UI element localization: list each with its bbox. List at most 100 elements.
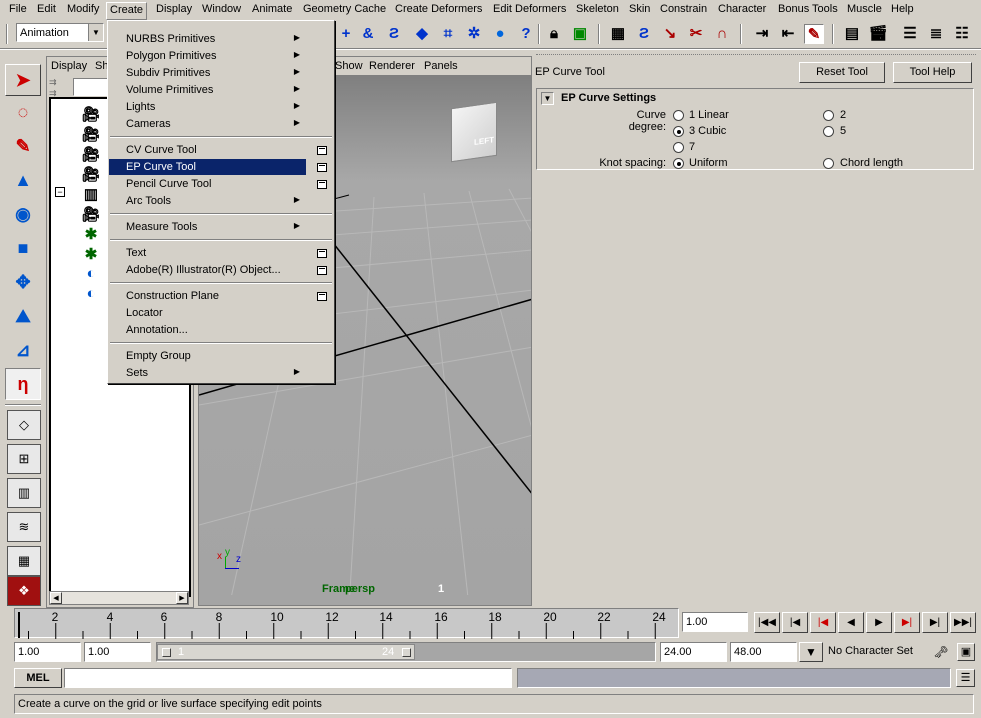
menu-constrain[interactable]: Constrain xyxy=(660,3,707,15)
scroll-left-icon[interactable]: ◀ xyxy=(50,592,62,604)
viewport-menu-show[interactable]: Show xyxy=(335,60,363,72)
menu-item-subdiv-primitives[interactable]: Subdiv Primitives ▶ xyxy=(109,65,306,81)
animation-preferences-icon[interactable]: ▣ xyxy=(957,643,975,661)
help-question-icon[interactable]: ? xyxy=(516,24,536,44)
curve-select-icon[interactable]: Ƨ xyxy=(634,24,654,44)
four-view-layout-icon[interactable]: ⊞ xyxy=(7,444,41,474)
playback-end-field[interactable]: 24.00 xyxy=(660,642,727,662)
move-tool-icon[interactable]: ▲ xyxy=(5,164,41,196)
outliner-menu-display[interactable]: Display xyxy=(51,60,87,72)
menu-item-pencil-curve-tool[interactable]: Pencil Curve Tool xyxy=(109,176,306,192)
paint-select-tool-icon[interactable]: ✎ xyxy=(5,130,41,162)
output-ops-icon[interactable]: ⇤ xyxy=(778,24,798,44)
current-time-marker[interactable] xyxy=(18,612,20,638)
snap-grid-icon[interactable]: + xyxy=(336,24,356,44)
menu-item-illustrator-object[interactable]: Adobe(R) Illustrator(R) Object... xyxy=(109,262,306,278)
step-forward-frame-icon[interactable]: ▶| xyxy=(922,612,948,633)
lock-icon[interactable]: 🔒︎ xyxy=(544,24,564,44)
menu-item-cv-curve-tool[interactable]: CV Curve Tool xyxy=(109,142,306,158)
step-forward-key-icon[interactable]: ▶| xyxy=(894,612,920,633)
input-ops-icon[interactable]: ⇥ xyxy=(752,24,772,44)
attribute-editor-icon[interactable]: ≣ xyxy=(926,24,946,44)
degree-1-linear-radio[interactable] xyxy=(673,110,684,121)
go-to-end-icon[interactable]: ▶▶| xyxy=(950,612,976,633)
menu-character[interactable]: Character xyxy=(718,3,766,15)
menu-item-text[interactable]: Text xyxy=(109,245,306,261)
tool-settings-icon[interactable]: ☷ xyxy=(952,24,972,44)
menu-item-annotation[interactable]: Annotation... xyxy=(109,322,306,338)
snap-point-icon[interactable]: Ƨ xyxy=(384,24,404,44)
chevron-down-icon[interactable]: ▼ xyxy=(88,24,103,41)
group-icon[interactable]: ▥ xyxy=(81,185,101,203)
menu-item-lights[interactable]: Lights ▶ xyxy=(109,99,306,115)
rotate-tool-icon[interactable]: ◉ xyxy=(5,198,41,230)
tool-help-button[interactable]: Tool Help xyxy=(893,62,972,83)
option-box-icon[interactable] xyxy=(317,146,327,155)
option-box-icon[interactable] xyxy=(317,163,327,172)
menu-muscle[interactable]: Muscle xyxy=(847,3,882,15)
degree-7-radio[interactable] xyxy=(673,142,684,153)
menu-help[interactable]: Help xyxy=(891,3,914,15)
select-mode-icon[interactable]: ▣ xyxy=(570,24,590,44)
go-to-start-icon[interactable]: |◀◀ xyxy=(754,612,780,633)
outliner-horizontal-scrollbar[interactable]: ◀ ▶ xyxy=(49,591,189,605)
menu-geometry-cache[interactable]: Geometry Cache xyxy=(303,3,386,15)
camera-icon[interactable]: 🎥︎ xyxy=(81,105,101,123)
collapse-section-icon[interactable]: ▼ xyxy=(541,92,554,105)
menu-item-polygon-primitives[interactable]: Polygon Primitives ▶ xyxy=(109,48,306,64)
single-perspective-layout-icon[interactable]: ◇ xyxy=(7,410,41,440)
viewport-menu-renderer[interactable]: Renderer xyxy=(369,60,415,72)
graph-persp-layout-icon[interactable]: ≋ xyxy=(7,512,41,542)
collapse-icon[interactable]: − xyxy=(55,187,65,197)
play-forwards-icon[interactable]: ▶ xyxy=(866,612,892,633)
range-end-handle-icon[interactable] xyxy=(402,648,411,657)
camera-icon[interactable]: 🎥︎ xyxy=(81,145,101,163)
snap-curve-icon[interactable]: & xyxy=(358,24,378,44)
menu-modify[interactable]: Modify xyxy=(67,3,99,15)
channel-box-icon[interactable]: ☰ xyxy=(900,24,920,44)
set-icon[interactable]: ◐ xyxy=(81,265,101,283)
hypershade-layout-icon[interactable]: ▦ xyxy=(7,546,41,576)
menu-item-measure-tools[interactable]: Measure Tools ▶ xyxy=(109,219,306,235)
option-box-icon[interactable] xyxy=(317,180,327,189)
option-box-icon[interactable] xyxy=(317,292,327,301)
select-tool-icon[interactable]: ➤ xyxy=(5,64,41,96)
range-bar[interactable]: 1 24 xyxy=(156,642,656,662)
menu-window[interactable]: Window xyxy=(202,3,241,15)
menu-display[interactable]: Display xyxy=(156,3,192,15)
camera-icon[interactable]: 🎥︎ xyxy=(81,165,101,183)
render-frame-icon[interactable]: 🎬︎ xyxy=(868,24,888,44)
menu-skin[interactable]: Skin xyxy=(629,3,650,15)
script-editor-icon[interactable]: ☰ xyxy=(956,669,975,687)
menu-item-arc-tools[interactable]: Arc Tools ▶ xyxy=(109,193,306,209)
menu-edit[interactable]: Edit xyxy=(37,3,56,15)
playback-start-field[interactable]: 1.00 xyxy=(84,642,151,662)
view-cube-icon[interactable]: LEFT xyxy=(451,101,497,163)
locator-icon[interactable]: ✱ xyxy=(81,225,101,243)
mel-command-input[interactable] xyxy=(64,668,512,688)
end-time-field[interactable]: 48.00 xyxy=(730,642,797,662)
degree-5-radio[interactable] xyxy=(823,126,834,137)
render-view-icon[interactable]: ▤ xyxy=(842,24,862,44)
viewport-menu-panels[interactable]: Panels xyxy=(424,60,458,72)
time-slider[interactable]: 2 4 6 8 10 12 14 16 18 20 22 24 xyxy=(14,608,679,639)
play-backwards-icon[interactable]: ◀ xyxy=(838,612,864,633)
menu-item-ep-curve-tool[interactable]: EP Curve Tool xyxy=(109,159,306,175)
grid-icon[interactable]: ▦ xyxy=(608,24,628,44)
show-manipulator-icon[interactable]: ⊿ xyxy=(5,334,41,366)
option-box-icon[interactable] xyxy=(317,266,327,275)
menu-bonus-tools[interactable]: Bonus Tools xyxy=(778,3,838,15)
outliner-persp-layout-icon[interactable]: ▥ xyxy=(7,478,41,508)
menu-item-locator[interactable]: Locator xyxy=(109,305,306,321)
menu-item-volume-primitives[interactable]: Volume Primitives ▶ xyxy=(109,82,306,98)
menu-create[interactable]: Create xyxy=(106,2,148,20)
snap-magnet-icon[interactable]: ∩ xyxy=(712,24,732,44)
construction-history-icon[interactable]: ✎ xyxy=(804,24,824,44)
degree-2-radio[interactable] xyxy=(823,110,834,121)
menu-edit-deformers[interactable]: Edit Deformers xyxy=(493,3,566,15)
menu-item-nurbs-primitives[interactable]: NURBS Primitives ▶ xyxy=(109,31,306,47)
menu-skeleton[interactable]: Skeleton xyxy=(576,3,619,15)
option-box-icon[interactable] xyxy=(317,249,327,258)
snap-view-plane-icon[interactable]: ◆ xyxy=(412,24,432,44)
knot-chord-length-radio[interactable] xyxy=(823,158,834,169)
